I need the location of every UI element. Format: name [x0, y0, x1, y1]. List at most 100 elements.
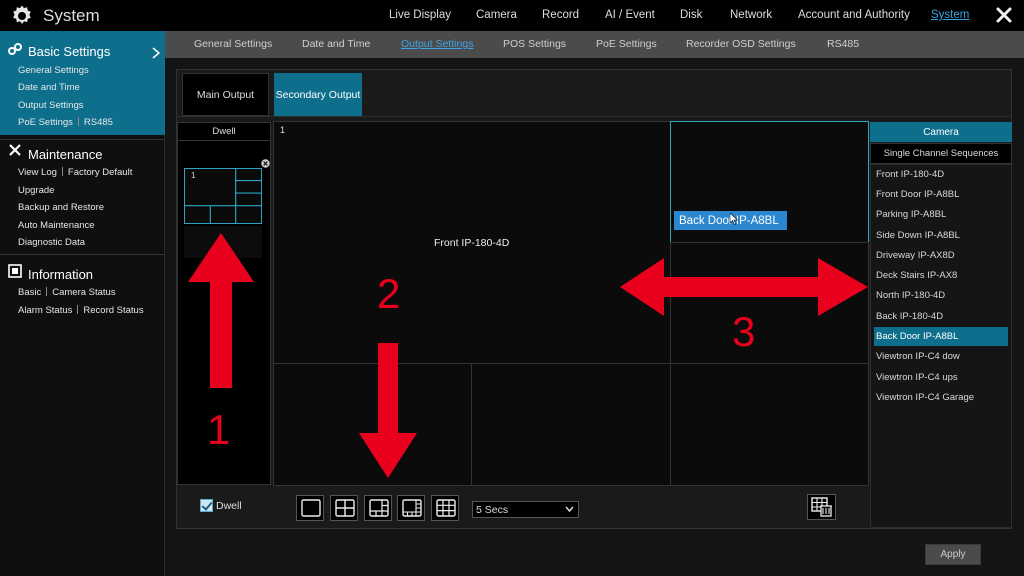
chevron-right-icon[interactable]	[152, 47, 160, 59]
annotation-number-3: 3	[732, 308, 756, 355]
link-icon	[8, 43, 22, 55]
tab-secondary-output[interactable]: Secondary Output	[274, 73, 362, 116]
chevron-down-icon	[565, 506, 574, 513]
layout-6-button[interactable]	[364, 495, 392, 521]
sidebar-heading-information[interactable]: Information	[28, 267, 93, 282]
layout-cell-5[interactable]	[471, 363, 671, 486]
info-icon	[8, 264, 22, 278]
sidebar-row-basic-camera-status: Basic Camera Status	[18, 287, 116, 298]
dwell-column-header: Dwell	[177, 122, 271, 141]
layout-cell-6[interactable]	[670, 363, 869, 486]
dwell-time-value: 5 Secs	[476, 503, 509, 516]
layout-eight-icon	[402, 499, 422, 517]
sidebar-item-factory-default[interactable]: Factory Default	[68, 167, 132, 178]
camera-item[interactable]: Front IP-180-4D	[874, 165, 1008, 184]
sidebar-item-auto-maintenance[interactable]: Auto Maintenance	[18, 220, 95, 231]
sidebar-item-general-settings[interactable]: General Settings	[18, 65, 89, 76]
camera-item-selected[interactable]: Back Door IP-A8BL	[874, 327, 1008, 346]
gear-icon	[13, 5, 31, 24]
camera-item[interactable]: Deck Stairs IP-AX8	[874, 266, 1008, 285]
sidebar-divider	[0, 254, 165, 255]
clear-grid-icon	[811, 497, 832, 517]
sidebar-item-basic[interactable]: Basic	[18, 287, 41, 298]
sidebar-row-alarm-record-status: Alarm Status Record Status	[18, 305, 144, 316]
camera-item[interactable]: Viewtron IP-C4 Garage	[874, 388, 1008, 407]
dwell-checkbox[interactable]	[200, 499, 213, 512]
topnav-network[interactable]: Network	[730, 9, 772, 21]
sidebar-item-diagnostic-data[interactable]: Diagnostic Data	[18, 237, 85, 248]
sidebar-item-output-settings[interactable]: Output Settings	[18, 100, 83, 111]
camera-item[interactable]: Viewtron IP-C4 ups	[874, 368, 1008, 387]
layout-six-icon	[369, 499, 389, 517]
sidebar-item-date-and-time[interactable]: Date and Time	[18, 82, 80, 93]
camera-item[interactable]: Viewtron IP-C4 dow	[874, 347, 1008, 366]
subtab-output-settings[interactable]: Output Settings	[401, 38, 473, 50]
sidebar-item-rs485[interactable]: RS485	[84, 117, 113, 128]
separator	[46, 287, 48, 296]
sidebar-row-log-default: View Log Factory Default	[18, 167, 132, 178]
close-icon[interactable]	[994, 5, 1014, 25]
sidebar-item-alarm-status[interactable]: Alarm Status	[18, 305, 72, 316]
camera-item[interactable]: Driveway IP-AX8D	[874, 246, 1008, 265]
annotation-number-2: 2	[377, 270, 401, 317]
dwell-thumbnail-empty	[184, 226, 262, 258]
sidebar-divider	[0, 139, 165, 140]
tabs-divider	[176, 116, 1012, 117]
camera-item[interactable]: Side Down IP-A8BL	[874, 226, 1008, 245]
subtab-pos-settings[interactable]: POS Settings	[503, 38, 566, 50]
layout-cell-3[interactable]	[670, 242, 869, 364]
layout-cell-1[interactable]: 1 Front IP-180-4D	[273, 121, 671, 364]
dwell-checkbox-label: Dwell	[216, 499, 242, 512]
topnav-record[interactable]: Record	[542, 9, 579, 21]
sidebar-heading-basic-settings[interactable]: Basic Settings	[28, 44, 110, 59]
subtab-date-and-time[interactable]: Date and Time	[302, 38, 370, 50]
dwell-layout-thumbnail[interactable]	[184, 168, 262, 224]
tools-icon	[9, 144, 21, 156]
dwell-checkbox-row[interactable]: Dwell	[200, 499, 242, 512]
layout-9-button[interactable]	[431, 495, 459, 521]
camera-item[interactable]: Parking IP-A8BL	[874, 205, 1008, 224]
layout-1-button[interactable]	[296, 495, 324, 521]
mouse-cursor-icon	[730, 213, 738, 225]
sidebar-item-record-status[interactable]: Record Status	[83, 305, 143, 316]
cell-number: 1	[280, 125, 286, 135]
sidebar-item-view-log[interactable]: View Log	[18, 167, 57, 178]
sidebar-heading-maintenance[interactable]: Maintenance	[28, 147, 102, 162]
layout-single-icon	[301, 499, 321, 517]
sidebar-item-upgrade[interactable]: Upgrade	[18, 185, 54, 196]
topnav-system[interactable]: System	[931, 9, 969, 21]
subtab-general-settings[interactable]: General Settings	[194, 38, 272, 50]
camera-item[interactable]: North IP-180-4D	[874, 286, 1008, 305]
sidebar	[0, 31, 165, 576]
dwell-thumbnail-number: 1	[191, 171, 196, 180]
annotation-number-1: 1	[207, 406, 231, 453]
sidebar-item-camera-status[interactable]: Camera Status	[52, 287, 115, 298]
layout-4-button[interactable]	[330, 495, 358, 521]
cell-camera-label: Front IP-180-4D	[434, 237, 510, 249]
sidebar-item-poe-settings[interactable]: PoE Settings	[18, 117, 73, 128]
remove-icon[interactable]	[261, 159, 270, 168]
subtab-rs485[interactable]: RS485	[827, 38, 859, 50]
separator	[61, 167, 63, 176]
clear-layout-button[interactable]	[807, 494, 836, 520]
separator	[77, 305, 79, 314]
topnav-live-display[interactable]: Live Display	[389, 9, 451, 21]
camera-item[interactable]: Front Door IP-A8BL	[874, 185, 1008, 204]
topnav-disk[interactable]: Disk	[680, 9, 702, 21]
separator	[77, 117, 79, 126]
subtab-recorder-osd-settings[interactable]: Recorder OSD Settings	[686, 38, 796, 50]
camera-item[interactable]: Back IP-180-4D	[874, 307, 1008, 326]
tab-main-output[interactable]: Main Output	[182, 73, 269, 116]
top-bar: System Live Display Camera Record AI / E…	[0, 0, 1024, 31]
sidebar-item-backup-restore[interactable]: Backup and Restore	[18, 202, 104, 213]
dwell-time-select[interactable]: 5 Secs	[472, 501, 579, 518]
topnav-camera[interactable]: Camera	[476, 9, 517, 21]
subtab-poe-settings[interactable]: PoE Settings	[596, 38, 657, 50]
layout-8-button[interactable]	[397, 495, 425, 521]
single-channel-sequences-button[interactable]: Single Channel Sequences	[870, 143, 1012, 164]
topnav-account-authority[interactable]: Account and Authority	[798, 9, 910, 21]
topnav-ai-event[interactable]: AI / Event	[605, 9, 655, 21]
layout-quad-icon	[335, 499, 355, 517]
apply-button[interactable]: Apply	[925, 544, 981, 565]
layout-cell-4[interactable]	[273, 363, 472, 486]
